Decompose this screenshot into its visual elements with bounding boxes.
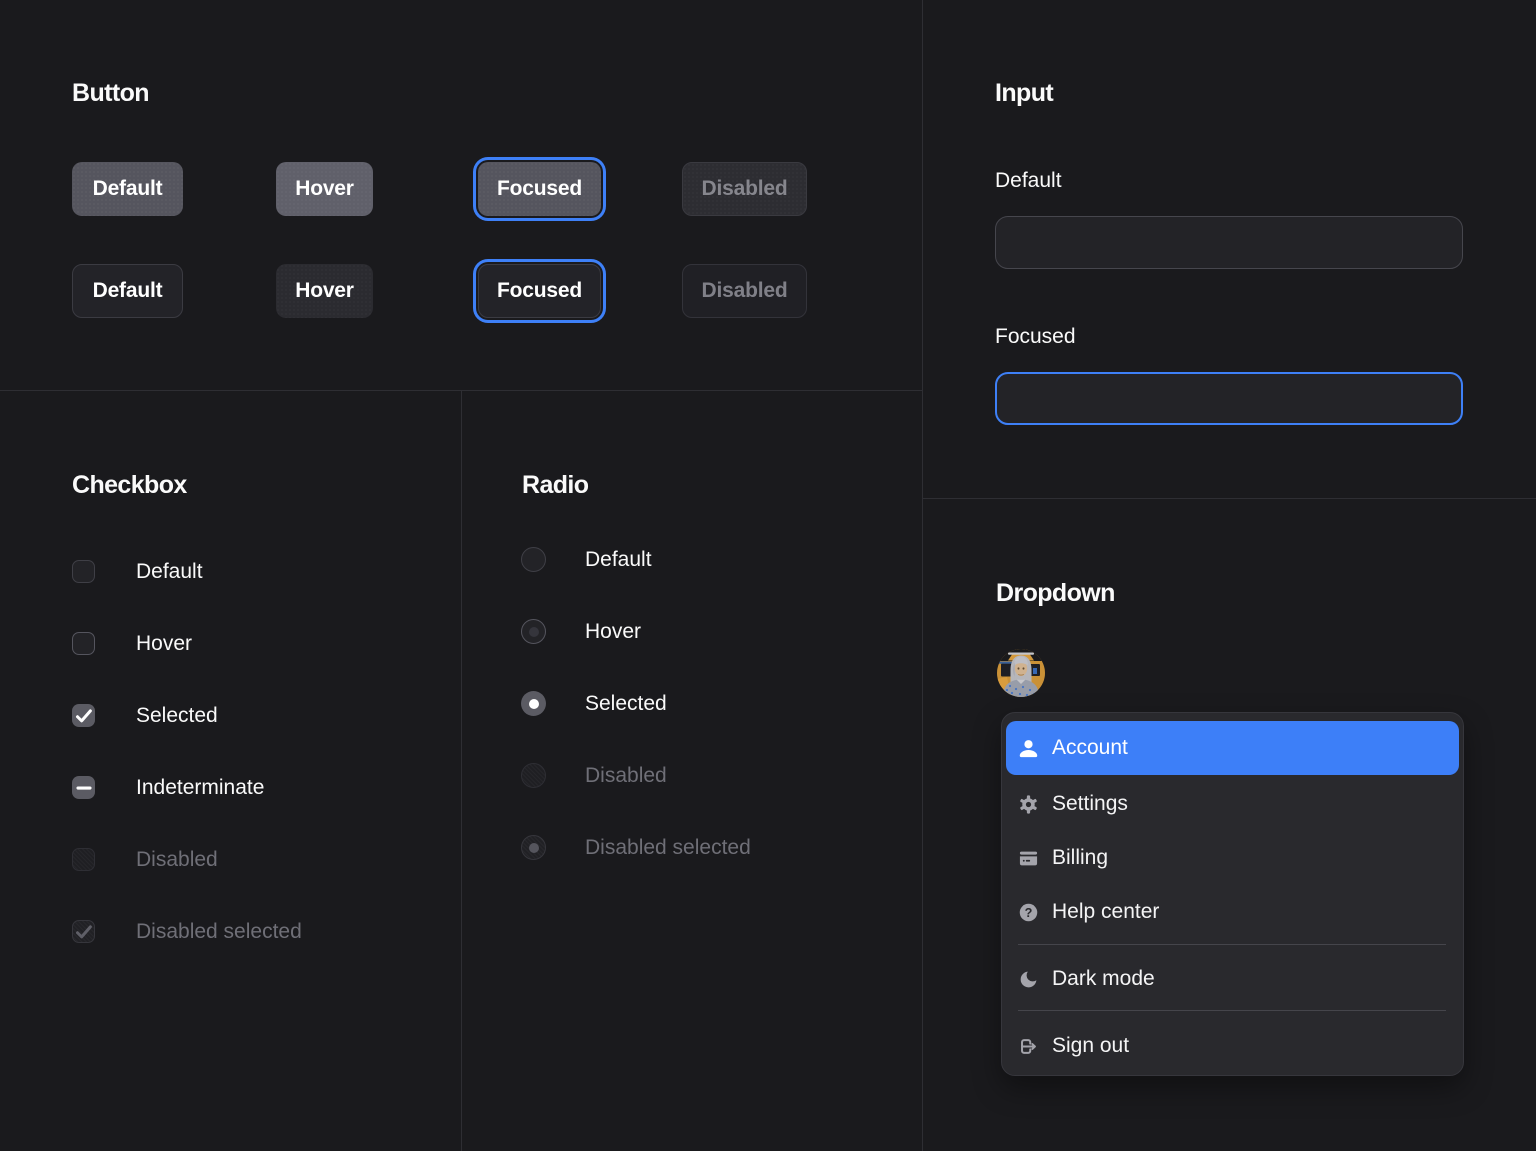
svg-text:?: ?: [1025, 905, 1033, 919]
